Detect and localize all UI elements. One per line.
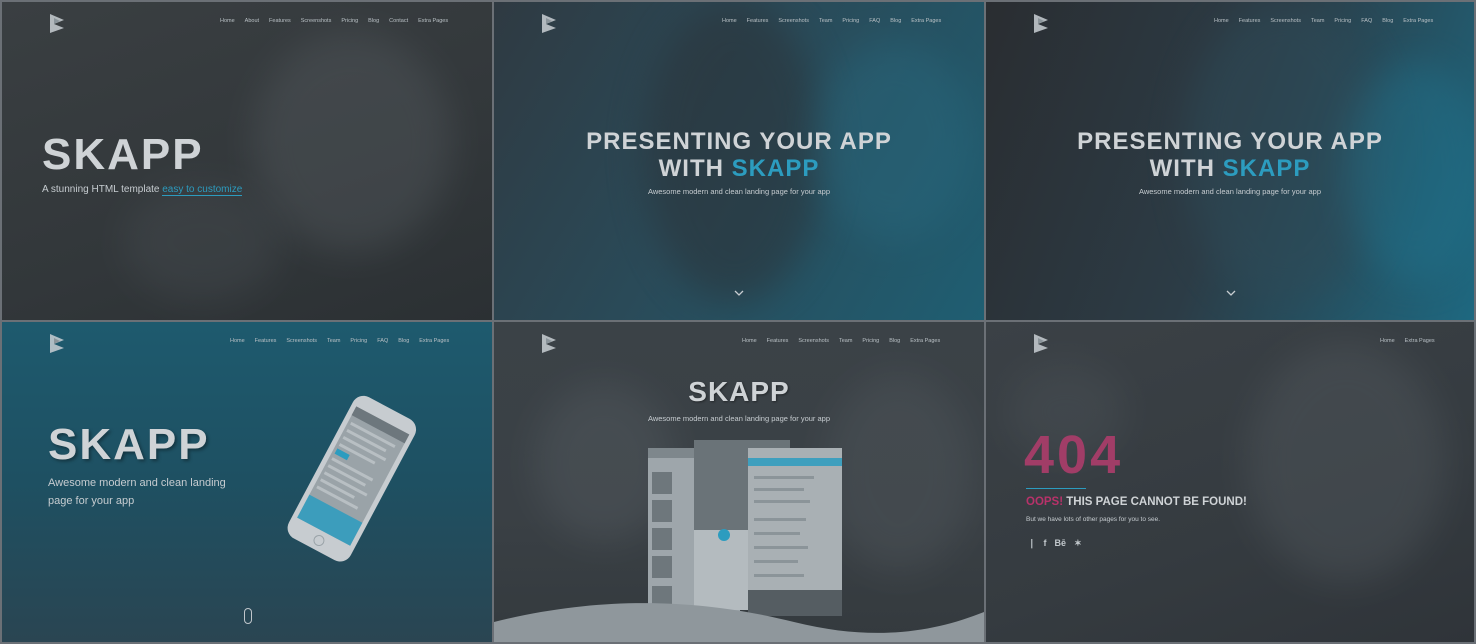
hero-title-with: WITH	[658, 155, 732, 182]
nav-home[interactable]: Home	[722, 18, 737, 24]
main-nav: Home About Features Screenshots Pricing …	[220, 18, 448, 24]
hero-subtitle: Awesome modern and clean landing page fo…	[48, 474, 226, 510]
hero-title: SKAPP	[42, 130, 204, 179]
nav-screenshots[interactable]: Screenshots	[286, 338, 317, 344]
hero-subtitle-link[interactable]: easy to customize	[162, 184, 243, 196]
nav-extra-pages[interactable]: Extra Pages	[911, 18, 941, 24]
skapp-logo-icon[interactable]	[1030, 332, 1052, 354]
nav-contact[interactable]: Contact	[389, 18, 408, 24]
hero-title-line1: PRESENTING YOUR APP	[586, 128, 892, 155]
nav-home[interactable]: Home	[230, 338, 245, 344]
nav-features[interactable]: Features	[255, 338, 277, 344]
main-nav: Home Features Screenshots Team Pricing F…	[1214, 18, 1433, 24]
error-code: 404	[1024, 425, 1124, 485]
nav-team[interactable]: Team	[327, 338, 340, 344]
nav-screenshots[interactable]: Screenshots	[1270, 18, 1301, 24]
nav-extra-pages[interactable]: Extra Pages	[419, 338, 449, 344]
hero-title-line2: WITH SKAPP	[494, 155, 984, 183]
nav-home[interactable]: Home	[1214, 18, 1229, 24]
hero-subtitle: A stunning HTML template easy to customi…	[42, 184, 243, 196]
nav-pricing[interactable]: Pricing	[350, 338, 367, 344]
nav-home[interactable]: Home	[220, 18, 235, 24]
hero-subtitle-text: A stunning HTML template	[42, 184, 163, 195]
nav-extra-pages[interactable]: Extra Pages	[418, 18, 448, 24]
behance-icon[interactable]: Bē	[1055, 538, 1067, 549]
nav-screenshots[interactable]: Screenshots	[798, 338, 829, 344]
hero-title-brand: SKAPP	[731, 155, 820, 182]
hero-subtitle: Awesome modern and clean landing page fo…	[647, 187, 831, 196]
nav-home[interactable]: Home	[742, 338, 757, 344]
hero-subtitle: Awesome modern and clean landing page fo…	[1138, 187, 1322, 196]
nav-screenshots[interactable]: Screenshots	[301, 18, 332, 24]
nav-pricing[interactable]: Pricing	[341, 18, 358, 24]
hero-panel-1: Home About Features Screenshots Pricing …	[2, 2, 492, 320]
hero-title-line1: PRESENTING YOUR APP	[1077, 128, 1383, 155]
skapp-logo-icon[interactable]	[1030, 12, 1052, 34]
main-nav: Home Features Screenshots Team Pricing F…	[722, 18, 941, 24]
skapp-logo-icon[interactable]	[46, 12, 68, 34]
nav-pricing[interactable]: Pricing	[842, 18, 859, 24]
scroll-mouse-icon[interactable]	[244, 608, 252, 624]
error-404-panel: Home Extra Pages 404 OOPS! THIS PAGE CAN…	[986, 322, 1474, 642]
nav-blog[interactable]: Blog	[368, 18, 379, 24]
hero-panel-5: Home Features Screenshots Team Pricing B…	[494, 322, 984, 642]
error-message: OOPS! THIS PAGE CANNOT BE FOUND!	[1026, 496, 1247, 508]
nav-features[interactable]: Features	[1239, 18, 1261, 24]
error-oops: OOPS!	[1026, 496, 1064, 508]
main-nav: Home Features Screenshots Team Pricing F…	[230, 338, 449, 344]
hero-panel-4: Home Features Screenshots Team Pricing F…	[2, 322, 492, 642]
hero-title: SKAPP	[688, 376, 790, 407]
hero-panel-2: Home Features Screenshots Team Pricing F…	[494, 2, 984, 320]
hero-subtitle: Awesome modern and clean landing page fo…	[647, 414, 831, 423]
nav-team[interactable]: Team	[839, 338, 852, 344]
nav-faq[interactable]: FAQ	[1361, 18, 1372, 24]
nav-screenshots[interactable]: Screenshots	[778, 18, 809, 24]
nav-blog[interactable]: Blog	[890, 18, 901, 24]
nav-extra-pages[interactable]: Extra Pages	[910, 338, 940, 344]
main-nav: Home Extra Pages	[1380, 338, 1435, 344]
skapp-logo-icon[interactable]	[46, 332, 68, 354]
main-nav: Home Features Screenshots Team Pricing B…	[742, 338, 940, 344]
divider-line	[1026, 488, 1086, 489]
hero-subtitle-line2: page for your app	[48, 495, 135, 507]
nav-pricing[interactable]: Pricing	[1334, 18, 1351, 24]
nav-extra-pages[interactable]: Extra Pages	[1405, 338, 1435, 344]
hero-title: SKAPP	[48, 420, 210, 469]
chevron-down-icon[interactable]	[734, 288, 744, 298]
social-links: ❘ f Bē ✶	[1028, 538, 1082, 549]
nav-extra-pages[interactable]: Extra Pages	[1403, 18, 1433, 24]
nav-faq[interactable]: FAQ	[377, 338, 388, 344]
chevron-down-icon[interactable]	[1226, 288, 1236, 298]
nav-features[interactable]: Features	[269, 18, 291, 24]
nav-features[interactable]: Features	[767, 338, 789, 344]
hero-panel-3: Home Features Screenshots Team Pricing F…	[986, 2, 1474, 320]
hero-title-with: WITH	[1149, 155, 1223, 182]
nav-blog[interactable]: Blog	[889, 338, 900, 344]
hero-title-line2: WITH SKAPP	[986, 155, 1474, 183]
error-message-text: THIS PAGE CANNOT BE FOUND!	[1063, 496, 1247, 508]
wave-divider	[494, 603, 984, 642]
phone-mockup-image	[287, 395, 417, 562]
error-subtext: But we have lots of other pages for you …	[1026, 516, 1161, 523]
nav-blog[interactable]: Blog	[398, 338, 409, 344]
nav-faq[interactable]: FAQ	[869, 18, 880, 24]
hero-subtitle-line1: Awesome modern and clean landing	[48, 477, 226, 489]
hero-title-brand: SKAPP	[1222, 155, 1311, 182]
nav-blog[interactable]: Blog	[1382, 18, 1393, 24]
nav-team[interactable]: Team	[819, 18, 832, 24]
nav-home[interactable]: Home	[1380, 338, 1395, 344]
nav-team[interactable]: Team	[1311, 18, 1324, 24]
nav-features[interactable]: Features	[747, 18, 769, 24]
facebook-icon[interactable]: f	[1044, 538, 1047, 549]
xing-icon[interactable]: ✶	[1074, 538, 1082, 549]
nav-pricing[interactable]: Pricing	[862, 338, 879, 344]
template-showcase-grid: Home About Features Screenshots Pricing …	[0, 0, 1476, 644]
skapp-logo-icon[interactable]	[538, 12, 560, 34]
skapp-logo-icon[interactable]	[538, 332, 560, 354]
nav-about[interactable]: About	[245, 18, 259, 24]
twitter-icon[interactable]: ❘	[1028, 538, 1036, 549]
